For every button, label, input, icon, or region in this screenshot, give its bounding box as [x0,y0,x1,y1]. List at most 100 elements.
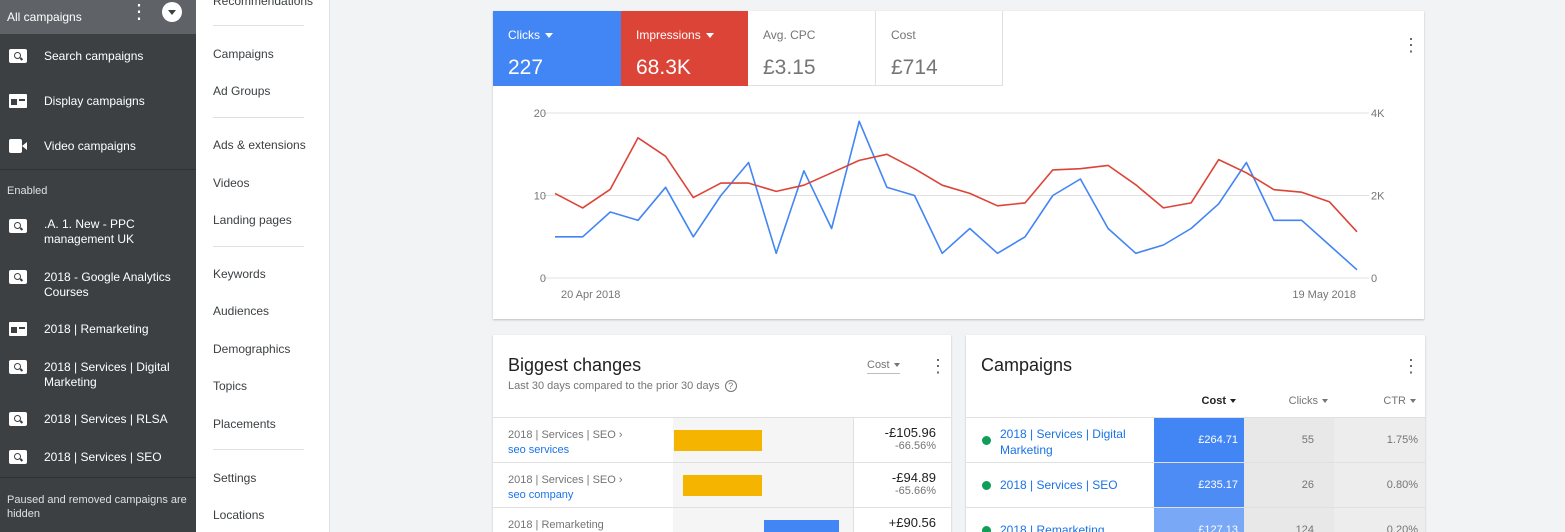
nav-divider [213,449,304,450]
change-values: +£90.56 [853,508,951,532]
search-icon [9,219,27,233]
change-row[interactable]: 2018 | Services | SEO › seo services -£105… [493,417,951,463]
change-keyword-link[interactable]: seo company [508,488,668,503]
change-values: -£105.96 -66.56% [853,418,951,463]
all-campaigns-label: All campaigns [7,10,82,24]
sidebar-campaign-item[interactable]: 2018 | Services | SEO [0,450,196,465]
campaign-cost-cell: £127.13 [1154,508,1244,532]
nav-recommendations[interactable]: Recommendations [213,0,313,8]
campaign-name-link[interactable]: 2018 | Services | Digital Marketing [1000,426,1150,458]
nav-locations[interactable]: Locations [213,508,264,522]
performance-chart-card: Clicks 227 Impressions 68.3K Avg. CPC £3… [493,11,1424,319]
right-axis-tick-label: 0 [1371,273,1377,285]
nav-divider [213,117,304,118]
nav-ads-extensions[interactable]: Ads & extensions [213,138,306,152]
nav-settings[interactable]: Settings [213,471,256,485]
search-icon [9,412,27,426]
sidebar-campaign-item[interactable]: 2018 | Services | Digital Marketing [0,360,196,392]
all-campaigns-header[interactable]: All campaigns ⋮ [0,0,196,34]
clicks-column-header[interactable]: Clicks [1278,395,1328,407]
cost-column-header[interactable]: Cost [1196,395,1236,407]
cost-sort-dropdown[interactable]: Cost [867,359,900,374]
change-campaign: 2018 | Remarketing [508,518,668,532]
campaign-cost-cell: £235.17 [1154,463,1244,508]
help-icon[interactable]: ? [724,380,737,393]
left-axis-tick-label: 0 [540,273,546,285]
left-axis-tick-label: 10 [534,191,546,203]
biggest-changes-title: Biggest changes [508,355,642,375]
ctr-column-header[interactable]: CTR [1366,395,1416,407]
change-values: -£94.89 -65.66% [853,463,951,508]
nav-topics[interactable]: Topics [213,379,247,393]
sidebar-campaign-label: 2018 - Google Analytics Courses [44,270,171,299]
page-navigation: Recommendations Campaigns Ad Groups Ads … [196,0,330,532]
sidebar-campaign-item[interactable]: 2018 | Services | RLSA [0,412,196,427]
nav-ad-groups[interactable]: Ad Groups [213,84,270,98]
change-bar-area [673,508,853,532]
video-icon [9,139,27,153]
campaign-row[interactable]: 2018 | Services | SEO £235.17 26 0.80% [966,462,1425,508]
left-axis-tick-label: 20 [534,108,546,120]
sidebar-divider [0,477,196,478]
sidebar-campaign-item[interactable]: .A. 1. New - PPC management UK [0,217,196,249]
nav-landing-pages[interactable]: Landing pages [213,213,292,227]
sidebar-divider [0,169,196,170]
status-dot [982,481,991,490]
x-axis-end-label: 19 May 2018 [1292,289,1356,301]
sidebar-item-label: Search campaigns [44,49,144,63]
sidebar-item-display-campaigns[interactable]: Display campaigns [0,94,196,109]
sidebar-campaign-item[interactable]: 2018 - Google Analytics Courses [0,270,196,302]
biggest-changes-more-icon[interactable]: ⋮ [929,357,947,375]
campaign-cost-cell: £264.71 [1154,418,1244,463]
campaign-name-link[interactable]: 2018 | Remarketing [1000,522,1150,532]
sidebar-item-label: Video campaigns [44,139,136,153]
nav-videos[interactable]: Videos [213,176,249,190]
nav-audiences[interactable]: Audiences [213,304,269,318]
nav-keywords[interactable]: Keywords [213,267,266,281]
campaign-sidebar: All campaigns ⋮ Search campaigns Display… [0,0,196,532]
sidebar-campaign-label: .A. 1. New - PPC management UK [44,217,135,246]
nav-placements[interactable]: Placements [213,417,276,431]
campaign-row[interactable]: 2018 | Services | Digital Marketing £264.… [966,417,1425,463]
performance-line-chart: 0 10 20 0 2K 4K 20 Apr 2018 19 May 2018 [534,108,1385,301]
change-bar [674,430,762,451]
nav-campaigns[interactable]: Campaigns [213,47,274,61]
status-dot [982,436,991,445]
change-row[interactable]: 2018 | Services | SEO › seo company -£94.8… [493,462,951,508]
nav-divider [213,246,304,247]
change-bar [683,475,762,496]
series-line-impressions [554,137,1358,233]
more-vert-icon[interactable]: ⋮ [129,2,149,22]
caret-down-icon [1322,399,1328,404]
change-campaign: 2018 | Services | SEO › seo services [508,428,668,458]
sidebar-item-search-campaigns[interactable]: Search campaigns [0,49,196,64]
campaign-name-link[interactable]: 2018 | Services | SEO [1000,477,1150,493]
biggest-changes-subtitle: Last 30 days compared to the prior 30 da… [508,380,737,393]
change-bar-area [673,418,853,463]
change-percent: -66.56% [895,440,936,452]
sidebar-campaign-item[interactable]: 2018 | Remarketing [0,322,196,337]
biggest-changes-card: Biggest changes Last 30 days compared to… [493,335,951,532]
nav-demographics[interactable]: Demographics [213,342,290,356]
sidebar-item-label: Display campaigns [44,94,145,108]
enabled-section-label: Enabled [7,185,48,197]
display-icon [9,94,27,108]
header-label: Cost [1201,395,1226,407]
status-dot [982,526,991,532]
change-campaign-name: 2018 | Remarketing [508,519,604,531]
sidebar-campaign-label: 2018 | Services | SEO [44,450,162,464]
sidebar-campaign-label: 2018 | Services | Digital Marketing [44,360,170,389]
subtitle-text: Last 30 days compared to the prior 30 da… [508,380,720,392]
campaigns-more-icon[interactable]: ⋮ [1402,357,1420,375]
dropdown-icon[interactable] [162,2,182,22]
sidebar-campaign-label: 2018 | Services | RLSA [44,412,168,426]
campaign-row[interactable]: 2018 | Remarketing £127.13 124 0.20% [966,507,1425,532]
change-row[interactable]: 2018 | Remarketing +£90.56 [493,507,951,532]
campaign-clicks-cell: 124 [1244,508,1334,532]
sidebar-item-video-campaigns[interactable]: Video campaigns [0,139,196,154]
change-keyword-link[interactable]: seo services [508,443,668,458]
negative-bar-track [673,508,763,532]
search-icon [9,270,27,284]
search-icon [9,450,27,464]
search-icon [9,360,27,374]
